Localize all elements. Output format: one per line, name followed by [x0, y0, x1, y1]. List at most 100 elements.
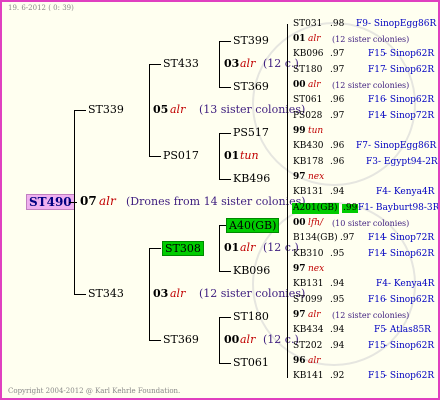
gen4-year: .96 [330, 141, 345, 151]
gen4-year: .94 [330, 279, 345, 289]
gen3-id[interactable]: ST399 [233, 35, 269, 46]
gen3-id[interactable]: KB096 [233, 265, 270, 276]
connector [219, 317, 231, 318]
gen3-id[interactable]: KB496 [233, 173, 270, 184]
gen4-line: - Kenya4R [388, 187, 435, 197]
gen4-origin: alr [308, 80, 321, 90]
pedigree-frame: { "header": {"date": "19. 6-2012 ( 0: 39… [0, 0, 440, 400]
connector [219, 87, 231, 88]
gen4-year: .95 [330, 249, 345, 259]
gen4-id[interactable]: ST031 [293, 20, 322, 29]
gen4-id[interactable]: KB131 [293, 280, 324, 289]
gen4-id[interactable]: PS028 [293, 112, 322, 121]
gen3-id[interactable]: PS517 [233, 127, 269, 138]
gen4-id[interactable]: ST061 [293, 96, 322, 105]
gen3-id[interactable]: ST369 [233, 81, 269, 92]
gen4-origin: alr [308, 310, 321, 320]
gen4-id[interactable]: ST099 [293, 296, 322, 305]
gen4-code: F3 [366, 157, 378, 167]
gen4-year: .97 [330, 49, 345, 59]
gen4-origin: lfh/ [308, 218, 324, 228]
gen2-origin: alr [240, 57, 256, 70]
connector [149, 64, 150, 156]
gen4-id[interactable]: KB434 [293, 326, 324, 335]
gen4-id[interactable]: KB310 [293, 250, 324, 259]
connector [287, 116, 288, 162]
gen2-id[interactable]: ST369 [163, 334, 199, 345]
gen4-code: F4 [376, 279, 388, 289]
gen2-id[interactable]: ST308 [162, 241, 204, 256]
gen4-origin: tun [308, 126, 324, 136]
connector [287, 346, 288, 378]
gen4-id[interactable]: A201(GB) [292, 203, 339, 214]
gen4-id[interactable]: KB430 [293, 142, 324, 151]
gen2-year: 00 [224, 333, 240, 346]
gen4-year: .94 [330, 187, 345, 197]
connector [287, 24, 288, 70]
header-date: 19. 6-2012 ( 0: 39) [8, 4, 74, 12]
gen4-origin: alr [308, 34, 321, 44]
connector [69, 202, 77, 203]
gen4-note: (12 sister colonies) [332, 311, 410, 320]
gen4-line: - Sinop62R [384, 65, 435, 75]
gen4-line: - Egypt94-2R [378, 157, 438, 167]
gen4-note: (12 sister colonies) [332, 81, 410, 90]
connector [149, 64, 161, 65]
root-id[interactable]: ST490 [26, 194, 75, 210]
gen2-id[interactable]: PS017 [163, 150, 199, 161]
connector [287, 208, 288, 254]
gen4-line: - Sinop72R [384, 111, 435, 121]
gen4-year: .97 [330, 65, 345, 75]
gen4-id[interactable]: KB096 [293, 50, 324, 59]
connector [219, 41, 220, 87]
gen3-id[interactable]: ST180 [233, 311, 269, 322]
gen4-year: 01 [293, 34, 306, 44]
connector [74, 110, 86, 111]
gen1-id[interactable]: ST339 [88, 104, 124, 115]
connector [149, 340, 161, 341]
gen4-origin: nex [308, 172, 325, 182]
gen4-year: .97 [340, 233, 355, 243]
gen4-id[interactable]: KB141 [293, 372, 324, 381]
gen2-id[interactable]: ST433 [163, 58, 199, 69]
gen4-year: .98 [330, 19, 345, 29]
gen4-code: F1 [358, 203, 370, 213]
gen4-id[interactable]: KB178 [293, 158, 324, 167]
connector [287, 162, 288, 208]
gen4-note: (10 sister colonies) [332, 219, 410, 228]
gen4-id[interactable]: ST180 [293, 66, 322, 75]
root-note: (Drones from 14 sister colonies) [126, 195, 306, 208]
gen4-line: - Sinop62R [384, 371, 435, 381]
connector [219, 179, 231, 180]
gen4-id[interactable]: KB131 [293, 188, 324, 197]
gen4-year: 97 [293, 172, 306, 182]
gen4-line: - Sinop72R [384, 233, 435, 243]
gen4-id[interactable]: B134(GB) [293, 234, 338, 243]
gen4-id[interactable]: ST202 [293, 342, 322, 351]
connector [149, 248, 161, 249]
gen1-origin: alr [170, 287, 186, 300]
gen4-year: .96 [330, 157, 345, 167]
gen3-id[interactable]: A40(GB) [226, 218, 280, 233]
gen4-year: .95 [330, 295, 345, 305]
gen4-line: - Sinop62R [384, 95, 435, 105]
gen4-year: .92 [330, 371, 345, 381]
gen4-year: 97 [293, 310, 306, 320]
gen4-year: 00 [293, 80, 306, 90]
gen4-line: - SinopEgg86R [368, 141, 437, 151]
gen1-origin: alr [170, 103, 186, 116]
gen2-origin: tun [240, 149, 259, 162]
gen3-id[interactable]: ST061 [233, 357, 269, 368]
gen4-code: F7 [356, 141, 368, 151]
gen4-year: 99 [293, 126, 306, 136]
gen4-line: - Bayburt98-3R [370, 203, 440, 213]
gen4-code: F4 [376, 187, 388, 197]
gen2-origin: alr [240, 241, 256, 254]
connector [219, 133, 231, 134]
gen4-line: - Sinop62R [384, 295, 435, 305]
gen2-year: 01 [224, 149, 240, 162]
gen4-year: .94 [330, 325, 345, 335]
connector [287, 300, 288, 346]
gen1-id[interactable]: ST343 [88, 288, 124, 299]
connector [219, 133, 220, 179]
